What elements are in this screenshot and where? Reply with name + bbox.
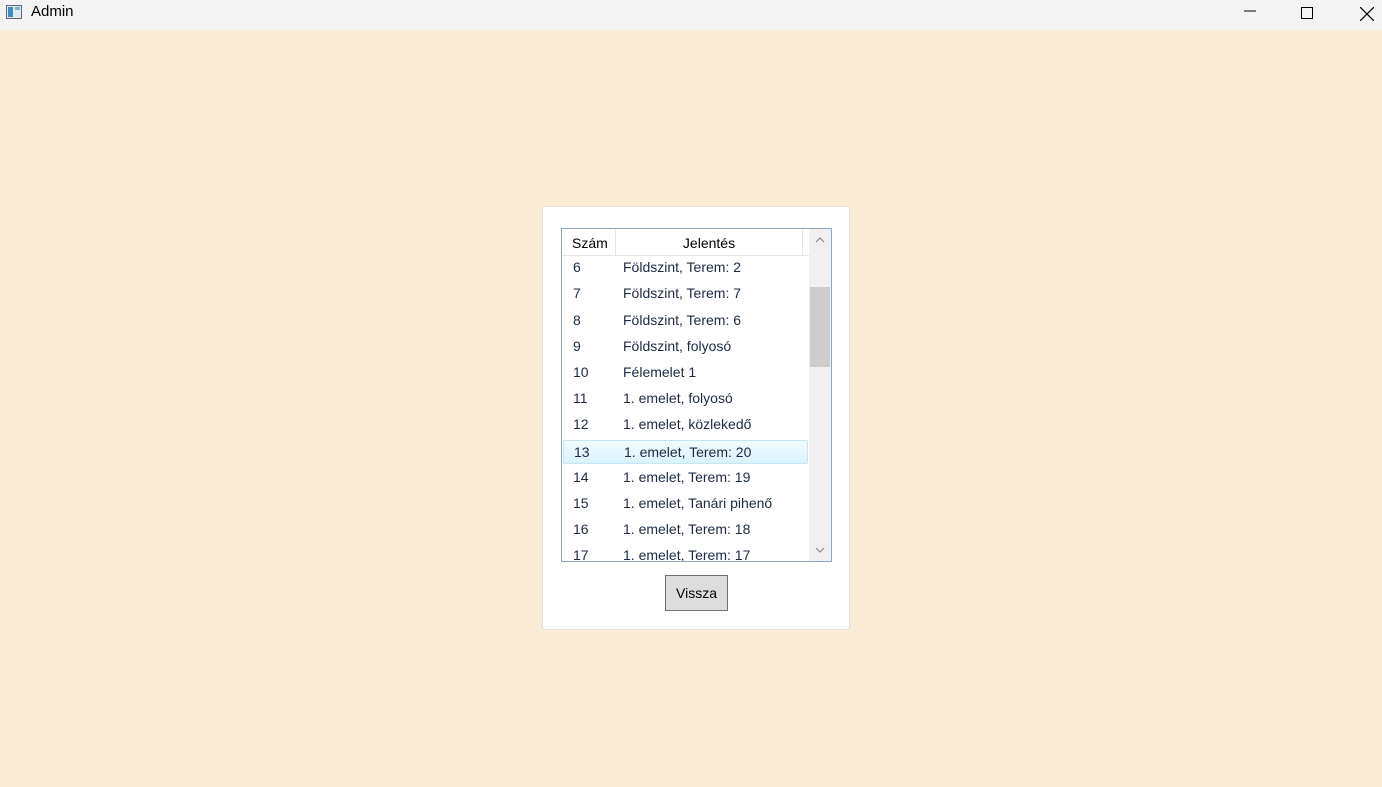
- row-number: 17: [573, 547, 589, 561]
- row-text: 1. emelet, Tanári pihenő: [623, 495, 773, 511]
- row-text: 1. emelet, közlekedő: [623, 416, 752, 432]
- row-text: Földszint, folyosó: [623, 338, 732, 354]
- row-number: 15: [573, 495, 589, 511]
- column-header-szam[interactable]: Szám: [562, 229, 616, 255]
- row-text: Földszint, Terem: 2: [623, 259, 742, 275]
- row-number: 14: [573, 469, 589, 485]
- list-row[interactable]: 17 1. emelet, Terem: 17: [563, 544, 808, 561]
- row-text: 1. emelet, Terem: 18: [623, 521, 751, 537]
- chevron-up-icon: [815, 237, 825, 243]
- row-text: 1. emelet, Terem: 19: [623, 469, 751, 485]
- list-row[interactable]: 14 1. emelet, Terem: 19: [563, 466, 808, 490]
- list-rows: 6 Földszint, Terem: 2 7 Földszint, Terem…: [562, 256, 809, 561]
- list-row[interactable]: 12 1. emelet, közlekedő: [563, 413, 808, 437]
- row-text: 1. emelet, folyosó: [623, 390, 733, 406]
- scroll-thumb[interactable]: [810, 287, 830, 367]
- back-button[interactable]: Vissza: [665, 575, 728, 611]
- row-number: 12: [573, 416, 589, 432]
- list-row-hovered[interactable]: 13 1. emelet, Terem: 20: [563, 440, 808, 464]
- scroll-down-button[interactable]: [809, 539, 831, 561]
- scroll-up-button[interactable]: [809, 229, 831, 251]
- maximize-icon: [1301, 7, 1313, 19]
- column-header-jelentes[interactable]: Jelentés: [616, 229, 803, 255]
- chevron-down-icon: [815, 547, 825, 553]
- vertical-scrollbar[interactable]: [809, 229, 831, 561]
- close-icon: [1360, 7, 1374, 21]
- list-header: Szám Jelentés: [562, 229, 809, 256]
- row-text: Földszint, Terem: 6: [623, 312, 742, 328]
- list-row[interactable]: 16 1. emelet, Terem: 18: [563, 518, 808, 542]
- window-title: Admin: [31, 3, 74, 20]
- list-row[interactable]: 10 Félemelet 1: [563, 361, 808, 385]
- report-list[interactable]: Szám Jelentés 6 Földszint, Terem: 2 7 Fö…: [561, 228, 832, 562]
- title-bar: Admin: [0, 0, 1382, 30]
- row-number: 7: [573, 285, 581, 301]
- list-row[interactable]: 7 Földszint, Terem: 7: [563, 282, 808, 306]
- app-window-icon: [6, 5, 22, 19]
- list-row[interactable]: 9 Földszint, folyosó: [563, 335, 808, 359]
- minimize-button[interactable]: [1227, 0, 1273, 30]
- row-number: 16: [573, 521, 589, 537]
- row-text: 1. emelet, Terem: 20: [624, 444, 752, 460]
- minimize-icon: [1244, 10, 1256, 12]
- close-button[interactable]: [1343, 0, 1382, 30]
- row-text: Félemelet 1: [623, 364, 697, 380]
- row-text: Földszint, Terem: 7: [623, 285, 742, 301]
- row-number: 9: [573, 338, 581, 354]
- list-row[interactable]: 6 Földszint, Terem: 2: [563, 256, 808, 280]
- list-row[interactable]: 11 1. emelet, folyosó: [563, 387, 808, 411]
- list-row[interactable]: 8 Földszint, Terem: 6: [563, 309, 808, 333]
- row-number: 11: [573, 390, 588, 406]
- row-number: 10: [573, 364, 589, 380]
- row-text: 1. emelet, Terem: 17: [623, 547, 751, 561]
- row-number: 6: [573, 259, 581, 275]
- row-number: 13: [574, 444, 590, 460]
- list-row[interactable]: 15 1. emelet, Tanári pihenő: [563, 492, 808, 516]
- row-number: 8: [573, 312, 581, 328]
- maximize-button[interactable]: [1284, 0, 1330, 30]
